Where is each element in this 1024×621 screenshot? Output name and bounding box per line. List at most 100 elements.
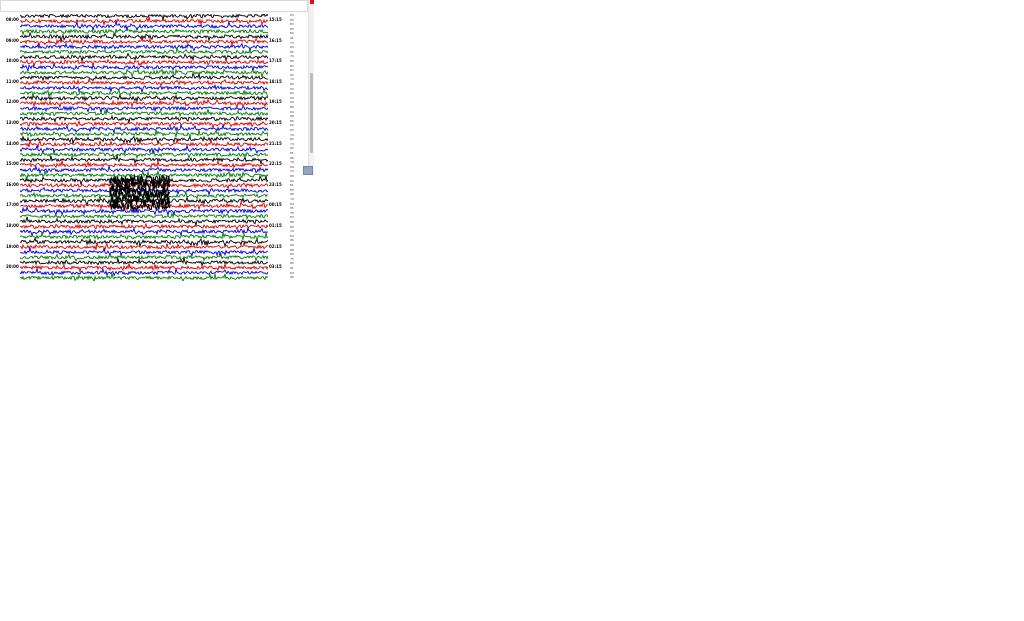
seismic-trace [20,266,268,277]
seismic-trace [20,83,268,94]
amplitude-label: 86 [290,275,294,280]
amplitude-label: 85 [290,26,294,31]
amplitude-label: 92 [290,72,294,77]
seismogram-viewer: 08:00 09:00 10:00 11:00 12:00 13:00 14:00 15:00… [0,0,314,285]
amplitude-label: 82 [290,178,294,183]
seismic-trace [20,263,268,272]
right-time-label: 01:15 [269,223,282,228]
amplitude-label: 84 [290,233,294,238]
seismic-trace [20,222,268,231]
seismic-trace [20,155,268,165]
left-time-label: 15:00 [6,161,19,167]
scrollbar-thumb[interactable] [310,73,313,153]
seismic-trace [20,150,268,160]
amplitude-label: 82 [290,137,294,142]
amplitude-label: 84 [290,201,294,206]
amplitude-label: 85 [290,49,294,54]
amplitude-label: 83 [290,128,294,132]
right-time-label: 17:15 [269,58,282,64]
amplitude-label: 86 [290,192,294,197]
amplitude-label: 84 [290,270,294,275]
seismic-trace [20,62,268,73]
amplitude-label: 91 [290,36,294,40]
amplitude-label: 79 [290,229,294,234]
amplitude-label: 88 [290,114,294,119]
amplitude-label: 83 [290,63,294,68]
amplitude-label: 81 [290,266,294,270]
red-marker-icon [310,0,314,4]
amplitude-label: 79 [290,197,294,201]
seismic-trace [20,42,268,52]
seismic-trace [20,93,268,103]
amplitude-label: 93 [290,100,294,105]
right-time-label: 18:15 [269,78,282,84]
amplitude-label: 85 [290,206,294,211]
amplitude-label: 88 [290,174,294,178]
right-time-label: 15:15 [269,17,282,22]
amplitude-label: 79 [290,54,294,59]
right-time-label: 16:15 [269,37,282,43]
left-time-label: 10:00 [6,58,19,64]
amplitude-label: 80 [290,224,294,229]
seismic-trace [20,257,268,266]
amplitude-label: 74 [290,141,294,146]
seismic-trace [20,78,268,88]
left-time-label: 12:00 [6,99,19,105]
seismic-trace [20,105,268,114]
amplitude-label: 86 [290,105,294,109]
amplitude-label: 80 [290,243,294,247]
vertical-scrollbar[interactable] [308,0,314,175]
left-time-label: 17:00 [6,202,19,208]
earthquake-burst [109,174,171,212]
amplitude-label: 85 [290,59,294,63]
amplitude-label: 86 [290,238,294,243]
amplitude-label: 81 [290,151,294,155]
seismic-trace [20,14,268,21]
seismic-trace [20,145,268,155]
amplitude-label: 93 [290,13,294,17]
right-time-label: 22:15 [269,161,282,167]
seismic-trace [20,58,268,68]
seismic-trace [20,205,268,217]
seismic-trace [20,71,268,82]
seismic-trace [20,129,268,139]
seismic-trace [20,114,268,125]
right-time-label: 02:15 [269,243,282,249]
seismic-trace [20,216,268,228]
seismic-trace [20,16,268,26]
amplitude-label: 83 [290,215,294,220]
right-time-label: 23:15 [269,181,282,187]
left-time-label: 08:00 [6,17,19,22]
left-time-label: 14:00 [6,140,19,146]
amplitude-label: 85 [290,17,294,22]
amplitude-label: 75 [290,256,294,261]
seismic-trace [20,47,268,55]
amplitude-label: 89 [290,261,294,266]
seismic-trace [20,273,268,281]
left-time-label: 18:00 [6,223,19,228]
right-time-label: 00:15 [269,202,282,208]
seismic-trace [20,165,268,175]
amplitude-label: 80 [290,31,294,36]
amplitude-label: 76 [290,210,294,215]
seismic-trace [20,135,268,145]
right-time-label: 19:15 [269,99,282,105]
amplitude-label: 86 [290,155,294,160]
amplitude-label: 83 [290,187,294,192]
amplitude-label: 89 [290,164,294,169]
expand-button-icon[interactable] [303,166,313,175]
left-time-label: 20:00 [6,264,19,270]
amplitude-label: 93 [290,86,294,91]
seismic-trace [20,67,268,78]
amplitude-label: 79 [290,169,294,174]
amplitude-label: 82 [290,82,294,86]
amplitude-label: 73 [290,40,294,45]
amplitude-label: 79 [290,77,294,82]
amplitude-label: 82 [290,146,294,151]
seismic-trace [20,170,268,181]
left-time-label: 16:00 [6,181,19,187]
amplitude-label: 83 [290,22,294,27]
seismic-trace [20,20,268,32]
right-time-label: 21:15 [269,140,282,146]
amplitude-label: 78 [290,160,294,165]
